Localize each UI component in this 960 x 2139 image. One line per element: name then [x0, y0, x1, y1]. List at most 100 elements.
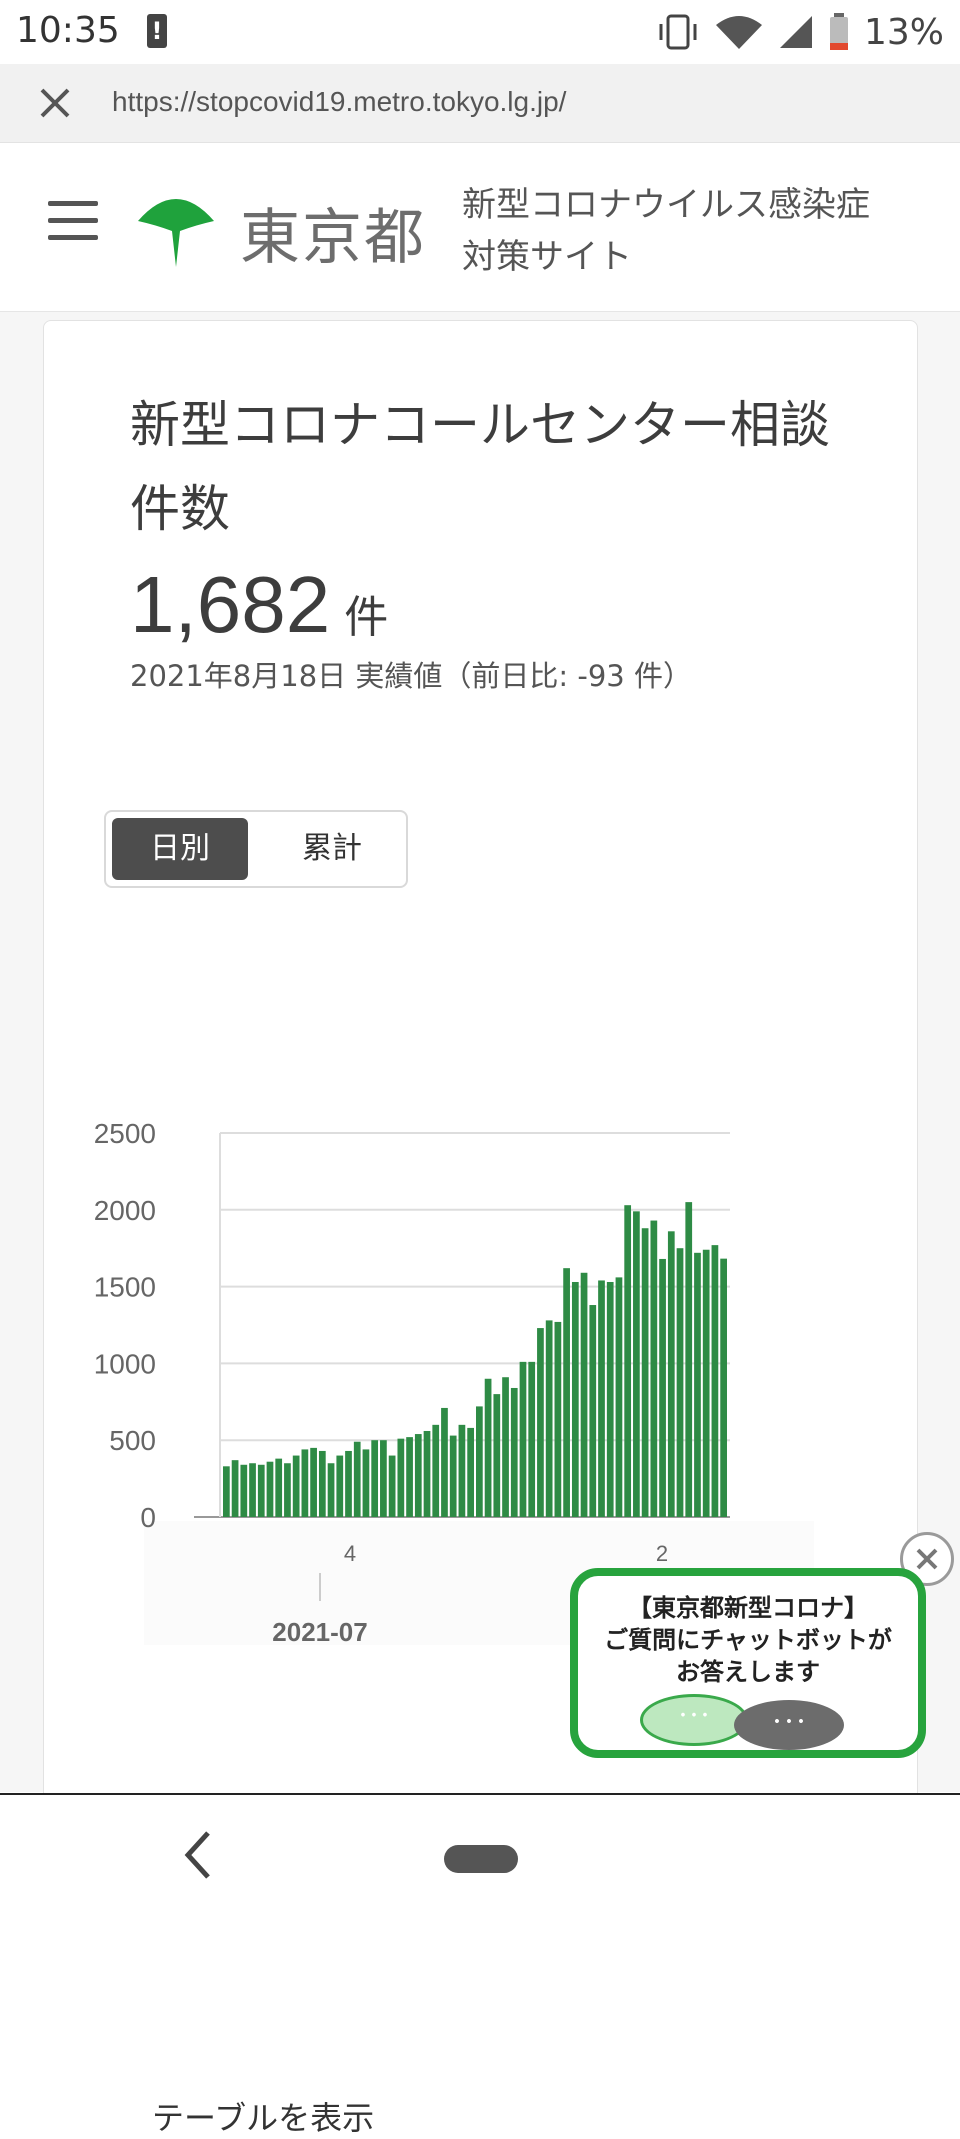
y-tick-label: 1500 — [94, 1272, 156, 1303]
data-bar — [345, 1450, 352, 1517]
data-bar — [441, 1407, 448, 1517]
x-tick-label: 2 — [656, 1541, 668, 1566]
data-bar — [606, 1281, 614, 1517]
battery-icon — [829, 13, 848, 50]
site-name-line1: 新型コロナウイルス感染症 — [462, 185, 870, 225]
data-bar — [694, 1252, 701, 1517]
site-name: 新型コロナウイルス感染症 対策サイト — [462, 179, 870, 283]
data-bar — [406, 1437, 413, 1517]
count-unit: 件 — [344, 593, 389, 642]
data-bar — [380, 1440, 387, 1517]
data-bar — [327, 1463, 335, 1517]
vibrate-icon — [659, 14, 697, 50]
data-bar — [336, 1455, 344, 1517]
data-bar — [554, 1321, 562, 1517]
data-bar — [685, 1202, 693, 1517]
data-bar — [284, 1463, 291, 1517]
data-bar — [502, 1377, 509, 1517]
data-bar — [563, 1268, 570, 1517]
data-bar — [388, 1455, 396, 1517]
chatbot-banner[interactable]: 【東京都新型コロナ】 ご質問にチャットボットが お答えします ･･･ ･･･ — [570, 1568, 926, 1758]
data-bar — [423, 1430, 431, 1517]
data-bar — [624, 1205, 632, 1517]
data-bar — [589, 1305, 597, 1517]
count-value: 1,682 — [130, 560, 331, 649]
wifi-icon — [715, 16, 762, 49]
toggle-cumulative-button[interactable]: 累計 — [264, 818, 400, 880]
data-bar — [580, 1272, 588, 1517]
data-bar — [275, 1458, 283, 1517]
data-bar — [484, 1378, 492, 1517]
chatbot-line1: 【東京都新型コロナ】 — [628, 1594, 868, 1622]
card-title: 新型コロナコールセンター相談件数 — [130, 396, 830, 538]
data-bar — [362, 1449, 370, 1517]
data-bar — [301, 1449, 309, 1517]
menu-icon[interactable] — [48, 201, 100, 241]
chat-bubble-gray-icon: ･･･ — [734, 1700, 844, 1750]
data-bar — [397, 1438, 405, 1517]
x-tick-label: 4 — [344, 1541, 356, 1566]
data-bar — [249, 1463, 256, 1517]
data-bar — [545, 1320, 553, 1517]
data-bar — [292, 1455, 300, 1517]
toggle-daily-button[interactable]: 日別 — [112, 818, 248, 880]
close-icon[interactable] — [36, 84, 74, 122]
data-bar — [641, 1228, 649, 1517]
data-bar — [318, 1450, 326, 1517]
data-bar — [615, 1277, 623, 1517]
tokyo-logo-icon[interactable] — [136, 187, 216, 267]
data-bar — [702, 1249, 710, 1517]
url-text[interactable]: https://stopcovid19.metro.tokyo.lg.jp/ — [112, 86, 566, 118]
data-bar — [449, 1435, 457, 1517]
data-bar — [519, 1361, 527, 1517]
data-bar — [537, 1328, 544, 1517]
signal-icon — [779, 16, 812, 48]
data-bar — [476, 1406, 483, 1517]
table-toggle-label: テーブルを表示 — [152, 2099, 375, 2137]
data-bar — [667, 1231, 675, 1517]
data-bar — [467, 1427, 474, 1517]
y-tick-label: 0 — [140, 1502, 156, 1533]
alert-icon: ! — [147, 14, 167, 48]
data-bar — [571, 1281, 579, 1517]
data-bar — [310, 1447, 317, 1517]
custom-tab-bar: https://stopcovid19.metro.tokyo.lg.jp/ — [0, 64, 960, 143]
system-nav-bar — [0, 1793, 960, 1922]
site-header: 東京都 新型コロナウイルス感染症 対策サイト — [0, 143, 960, 313]
data-bar — [633, 1211, 640, 1517]
data-bar — [676, 1248, 684, 1517]
date-note: 2021年8月18日 実績値（前日比: -93 件） — [130, 659, 692, 693]
back-icon[interactable] — [178, 1825, 218, 1885]
data-bar — [371, 1440, 379, 1517]
status-icons: 13% — [656, 10, 944, 54]
y-tick-label: 500 — [109, 1425, 156, 1456]
data-bar — [432, 1424, 440, 1517]
data-bar — [598, 1280, 605, 1517]
data-bar — [711, 1245, 719, 1517]
data-bar — [510, 1387, 518, 1517]
data-bar — [231, 1460, 239, 1517]
data-bar — [223, 1466, 230, 1517]
chatbot-line2: ご質問にチャットボットが — [604, 1626, 892, 1654]
data-bar — [720, 1258, 727, 1517]
data-bar — [458, 1424, 466, 1517]
y-tick-label: 2000 — [94, 1195, 156, 1226]
chat-bubble-green-icon: ･･･ — [640, 1694, 748, 1746]
data-bar — [493, 1394, 501, 1517]
city-name[interactable]: 東京都 — [240, 189, 426, 276]
data-bar — [257, 1464, 265, 1517]
data-bar — [266, 1461, 274, 1517]
data-bar — [650, 1220, 658, 1517]
y-tick-label: 1000 — [94, 1348, 156, 1379]
data-bar — [414, 1434, 422, 1517]
battery-percent: 13% — [863, 11, 944, 53]
y-tick-label: 2500 — [94, 1118, 156, 1149]
table-toggle[interactable]: テーブルを表示 — [152, 2093, 374, 2139]
data-bar — [240, 1464, 248, 1517]
site-name-line2: 対策サイト — [462, 237, 632, 277]
home-pill-icon[interactable] — [444, 1845, 518, 1873]
status-bar: 10:35 ! 13% — [0, 0, 960, 64]
data-bar — [528, 1361, 536, 1517]
x-month-label: 2021-07 — [272, 1617, 367, 1647]
data-bar — [353, 1441, 361, 1517]
